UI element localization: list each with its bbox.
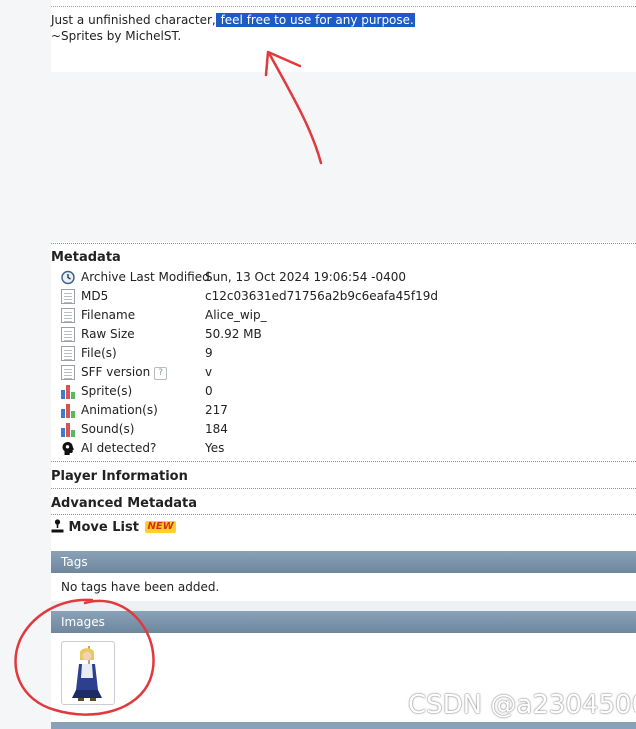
divider (51, 461, 636, 462)
meta-row-md5: MD5 c12c03631ed71756a2b9c6eafa45f19d (61, 288, 621, 307)
meta-label: Filename (81, 308, 136, 322)
meta-value: v (205, 365, 213, 379)
tags-panel-header: Tags (51, 551, 636, 573)
embed-area (51, 72, 636, 242)
meta-row-archive-modified: Archive Last Modified Sun, 13 Oct 2024 1… (61, 269, 621, 288)
document-icon (61, 346, 75, 361)
main-content: Just a unfinished character, feel free t… (51, 0, 636, 729)
tags-title: Tags (61, 555, 88, 569)
panel-gap (51, 601, 636, 611)
meta-value: 9 (205, 346, 213, 360)
bar-chart-icon (61, 403, 75, 418)
meta-label: Raw Size (81, 327, 135, 341)
meta-value: Yes (205, 441, 225, 455)
advanced-metadata-toggle[interactable]: Advanced Metadata (51, 496, 197, 511)
move-list-label: Move List (68, 520, 139, 535)
divider (51, 243, 636, 244)
document-icon (61, 365, 75, 380)
meta-value: 217 (205, 403, 228, 417)
meta-label: AI detected? (81, 441, 157, 455)
divider (51, 514, 636, 515)
description-line-1: Just a unfinished character, feel free t… (51, 12, 636, 28)
meta-value: Sun, 13 Oct 2024 19:06:54 -0400 (205, 270, 407, 284)
meta-value: Alice_wip_ (205, 308, 267, 322)
meta-row-sff-version: SFF version? v (61, 364, 621, 383)
top-divider (51, 6, 636, 7)
tags-empty-text: No tags have been added. (61, 580, 220, 594)
metadata-title: Metadata (51, 250, 121, 265)
images-title: Images (61, 615, 105, 629)
meta-row-animations: Animation(s) 217 (61, 402, 621, 421)
left-gutter (0, 0, 51, 729)
meta-label: File(s) (81, 346, 117, 360)
document-icon (61, 327, 75, 342)
player-information-toggle[interactable]: Player Information (51, 469, 188, 484)
meta-value: c12c03631ed71756a2b9c6eafa45f19d (205, 289, 438, 303)
meta-label: Archive Last Modified (81, 270, 210, 284)
next-panel-header (51, 722, 636, 729)
meta-value: 0 (205, 384, 213, 398)
meta-row-ai-detected: AI detected? Yes (61, 440, 621, 459)
meta-row-raw-size: Raw Size 50.92 MB (61, 326, 621, 345)
watermark: CSDN @a2304500 (408, 690, 636, 720)
description: Just a unfinished character, feel free t… (51, 12, 636, 44)
image-thumbnail[interactable] (61, 641, 115, 705)
images-panel-header: Images (51, 611, 636, 633)
meta-label: Sprite(s) (81, 384, 133, 398)
new-badge: NEW (145, 521, 176, 533)
description-credit: ~Sprites by MichelST. (51, 29, 182, 43)
clock-icon (61, 270, 75, 285)
ai-head-icon (62, 442, 74, 455)
document-icon (61, 308, 75, 323)
bar-chart-icon (61, 384, 75, 399)
meta-value: 184 (205, 422, 228, 436)
meta-row-files: File(s) 9 (61, 345, 621, 364)
meta-label: Sound(s) (81, 422, 135, 436)
move-list-link[interactable]: Move List NEW (51, 519, 176, 535)
description-highlight: feel free to use for any purpose. (215, 13, 415, 27)
tags-panel-body: No tags have been added. (51, 573, 636, 601)
meta-label: MD5 (81, 289, 109, 303)
joystick-icon (51, 519, 64, 533)
meta-value: 50.92 MB (205, 327, 262, 341)
character-sprite-thumbnail (72, 646, 102, 701)
meta-row-sounds: Sound(s) 184 (61, 421, 621, 440)
help-icon[interactable]: ? (154, 367, 168, 380)
document-icon (61, 289, 75, 304)
meta-label: SFF version (81, 365, 151, 379)
meta-label: Animation(s) (81, 403, 158, 417)
divider (51, 488, 636, 489)
bar-chart-icon (61, 422, 75, 437)
meta-row-sprites: Sprite(s) 0 (61, 383, 621, 402)
meta-label-with-help: SFF version? (81, 365, 168, 380)
meta-row-filename: Filename Alice_wip_ (61, 307, 621, 326)
description-text: Just a unfinished character, (51, 13, 216, 27)
